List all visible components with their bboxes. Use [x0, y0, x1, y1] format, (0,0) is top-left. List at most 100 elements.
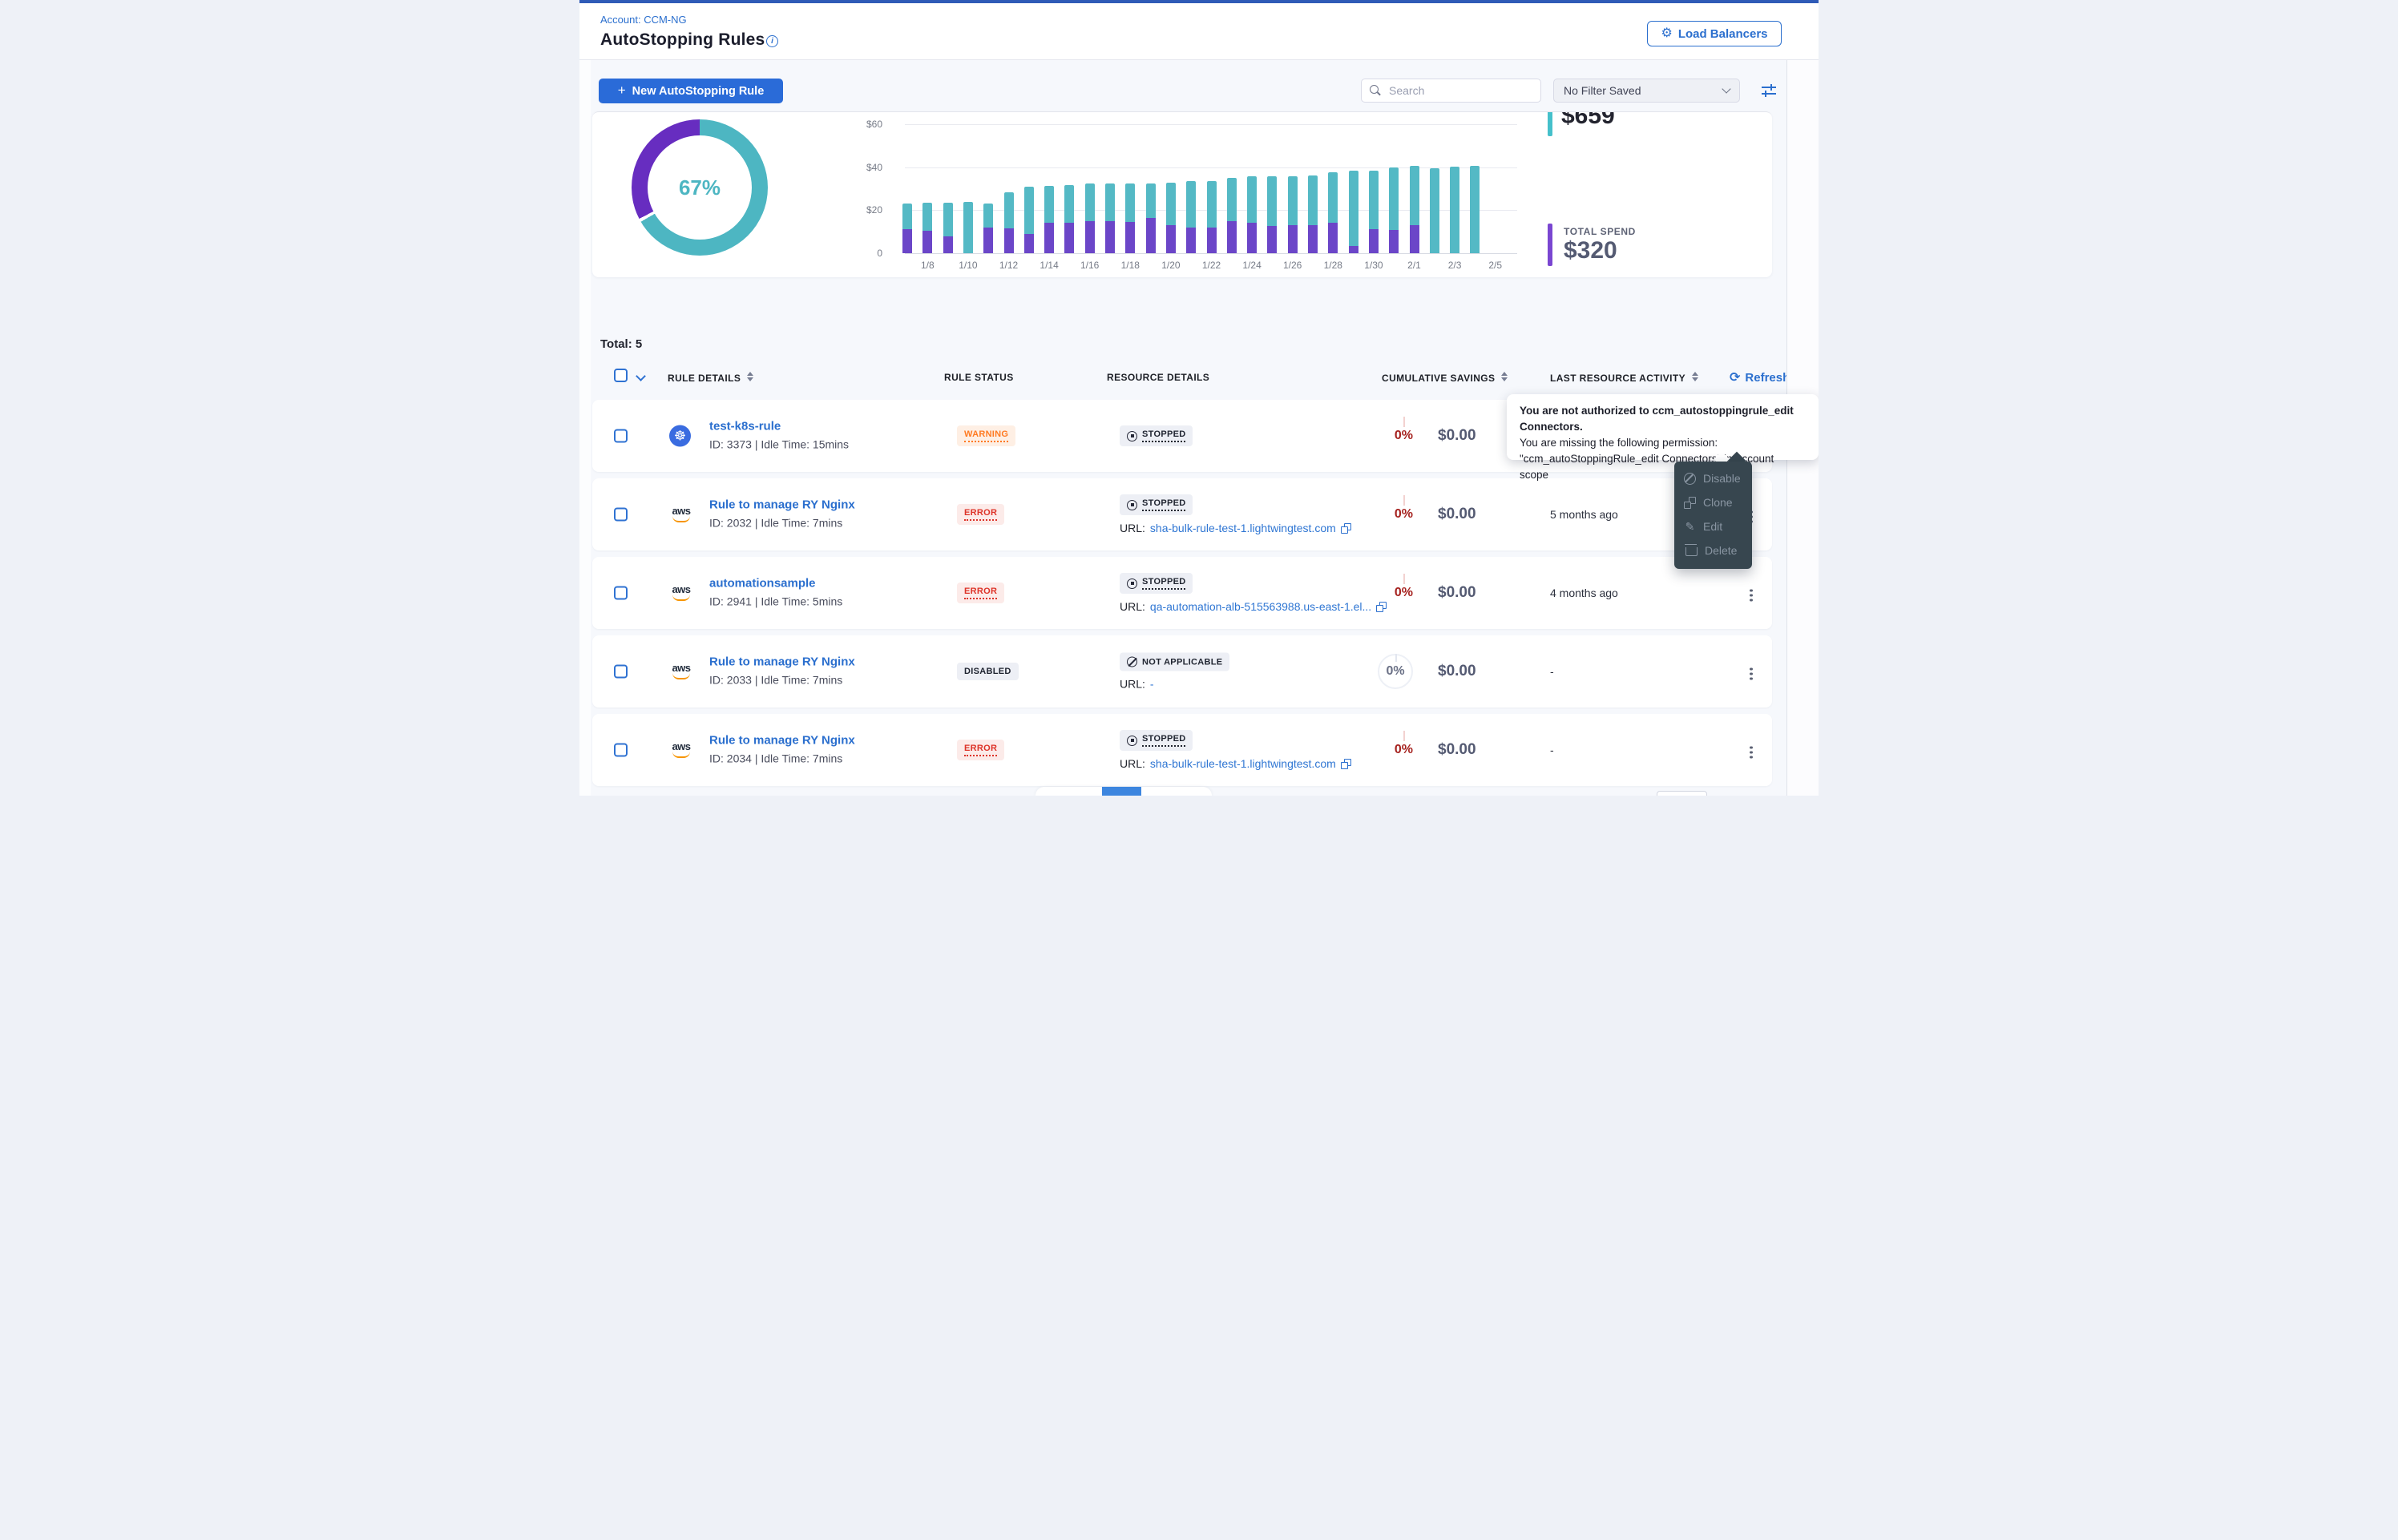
stacked-bar-1/20[interactable] — [1166, 183, 1176, 253]
cumulative-savings-pct-cell: 0% — [1360, 429, 1413, 443]
sort-icon[interactable] — [1501, 372, 1508, 381]
last-activity-cell: 4 months ago — [1550, 587, 1618, 599]
stacked-bar-1/18[interactable] — [1125, 183, 1135, 253]
stacked-bar-1/22[interactable] — [1207, 181, 1217, 253]
spend-segment — [1247, 223, 1257, 253]
spend-segment — [943, 236, 953, 253]
page-size-button[interactable] — [1657, 791, 1707, 796]
info-icon[interactable]: i — [766, 35, 778, 47]
row-actions-kebab[interactable] — [1746, 664, 1756, 683]
stacked-bar-1/13[interactable] — [1024, 187, 1034, 253]
menu-item-delete[interactable]: Delete — [1674, 538, 1752, 562]
current-page-button[interactable] — [1102, 787, 1141, 796]
row-checkbox[interactable] — [614, 508, 628, 522]
stacked-bar-1/21[interactable] — [1186, 181, 1196, 253]
row-checkbox[interactable] — [614, 665, 628, 679]
edit-icon: ✎ — [1684, 521, 1696, 533]
rule-name-link[interactable]: Rule to manage RY Nginx — [709, 734, 855, 748]
select-all-checkbox[interactable] — [614, 369, 628, 382]
copy-icon[interactable] — [1341, 759, 1351, 769]
savings-segment — [1410, 166, 1419, 225]
stacked-bar-2/2[interactable] — [1430, 168, 1439, 253]
provider-icon-wrap: aws — [669, 742, 693, 758]
tooltip-line-2: You are missing the following permission… — [1520, 435, 1806, 451]
row-checkbox[interactable] — [614, 744, 628, 757]
stacked-bar-1/24[interactable] — [1247, 176, 1257, 253]
stacked-bar-1/23[interactable] — [1227, 178, 1237, 253]
savings-marker — [1548, 111, 1552, 136]
rule-name-link[interactable]: Rule to manage RY Nginx — [709, 498, 855, 512]
stacked-bar-1/10[interactable] — [963, 202, 973, 253]
spend-segment — [1410, 225, 1419, 253]
stacked-bar-1/9[interactable] — [943, 203, 953, 253]
pagination-bar — [1036, 787, 1212, 796]
refresh-icon: ⟳ — [1730, 369, 1740, 385]
stacked-bar-1/8[interactable] — [922, 203, 932, 253]
x-axis-tick: 2/3 — [1437, 260, 1472, 271]
stacked-bar-1/27[interactable] — [1308, 175, 1318, 253]
x-axis-tick: 1/10 — [951, 260, 986, 271]
rule-name-link[interactable]: Rule to manage RY Nginx — [709, 655, 855, 669]
stacked-bar-1/30[interactable] — [1369, 171, 1379, 253]
sort-icon[interactable] — [747, 372, 753, 381]
stacked-bar-1/14[interactable] — [1044, 186, 1054, 253]
copy-icon[interactable] — [1376, 602, 1387, 612]
resource-url-link[interactable]: - — [1150, 678, 1154, 691]
rule-name-link[interactable]: test-k8s-rule — [709, 420, 849, 433]
row-actions-kebab[interactable] — [1746, 586, 1756, 605]
stacked-bar-1/11[interactable] — [983, 204, 993, 253]
stacked-bar-1/28[interactable] — [1328, 172, 1338, 253]
stacked-bar-1/12[interactable] — [1004, 192, 1014, 253]
rule-name-link[interactable]: automationsample — [709, 577, 842, 591]
column-cumulative-savings[interactable]: CUMULATIVE SAVINGS — [1382, 372, 1508, 384]
stacked-bar-1/16[interactable] — [1085, 183, 1095, 253]
refresh-label: Refresh — [1745, 371, 1790, 385]
menu-item-label: Edit — [1703, 520, 1722, 533]
total-spend-value: $320 — [1564, 237, 1617, 264]
resource-url-link[interactable]: qa-automation-alb-515563988.us-east-1.el… — [1150, 600, 1371, 613]
row-checkbox[interactable] — [614, 587, 628, 600]
stacked-bar-2/3[interactable] — [1450, 167, 1459, 253]
last-activity-cell: - — [1550, 665, 1554, 678]
resource-url-link[interactable]: sha-bulk-rule-test-1.lightwingtest.com — [1150, 522, 1336, 534]
saved-filter-dropdown[interactable]: No Filter Saved — [1553, 79, 1740, 103]
stacked-bar-2/4[interactable] — [1470, 166, 1480, 253]
disable-icon — [1684, 473, 1696, 485]
row-actions-kebab[interactable] — [1746, 743, 1756, 762]
menu-item-disable[interactable]: Disable — [1674, 466, 1752, 490]
stacked-bar-1/17[interactable] — [1105, 183, 1115, 253]
stacked-bar-1/31[interactable] — [1389, 167, 1399, 253]
column-last-resource-activity[interactable]: LAST RESOURCE ACTIVITY — [1550, 372, 1698, 384]
account-breadcrumb[interactable]: Account: CCM-NG — [600, 14, 687, 26]
new-autostopping-rule-button[interactable]: + New AutoStopping Rule — [599, 79, 783, 103]
stacked-bar-1/15[interactable] — [1064, 185, 1074, 253]
stacked-bar-1/29[interactable] — [1349, 171, 1358, 253]
stacked-bar-1/25[interactable] — [1267, 176, 1277, 253]
refresh-button[interactable]: ⟳ Refresh — [1725, 369, 1794, 386]
filter-panel-button[interactable] — [1759, 83, 1778, 99]
row-checkbox[interactable] — [614, 429, 628, 443]
menu-item-edit[interactable]: ✎ Edit — [1674, 514, 1752, 538]
stacked-bar-1/19[interactable] — [1146, 183, 1156, 253]
stacked-bar-2/1[interactable] — [1410, 166, 1419, 253]
spend-segment — [1064, 223, 1074, 253]
stacked-bar-1/7[interactable] — [902, 204, 912, 253]
rule-status-cell: ERROR — [957, 583, 1004, 603]
menu-item-clone[interactable]: Clone — [1674, 490, 1752, 514]
resource-url-link[interactable]: sha-bulk-rule-test-1.lightwingtest.com — [1150, 757, 1336, 770]
savings-segment — [1125, 183, 1135, 221]
cumulative-savings-pct-cell: 0% — [1360, 507, 1413, 522]
column-rule-details[interactable]: RULE DETAILS — [668, 372, 753, 384]
select-menu-chevron-icon[interactable] — [636, 371, 646, 381]
search-input[interactable] — [1387, 83, 1524, 98]
stacked-bar-1/26[interactable] — [1288, 176, 1298, 253]
load-balancers-button[interactable]: ⚙ Load Balancers — [1647, 21, 1782, 46]
copy-icon[interactable] — [1341, 523, 1351, 534]
aws-icon: aws — [669, 506, 693, 522]
tooltip-line-1: You are not authorized to ccm_autostoppi… — [1520, 403, 1806, 435]
spend-segment — [1166, 225, 1176, 253]
savings-segment — [1207, 181, 1217, 228]
sort-icon[interactable] — [1692, 372, 1698, 381]
spend-segment — [902, 229, 912, 253]
resource-state-badge: STOPPED — [1120, 730, 1193, 751]
